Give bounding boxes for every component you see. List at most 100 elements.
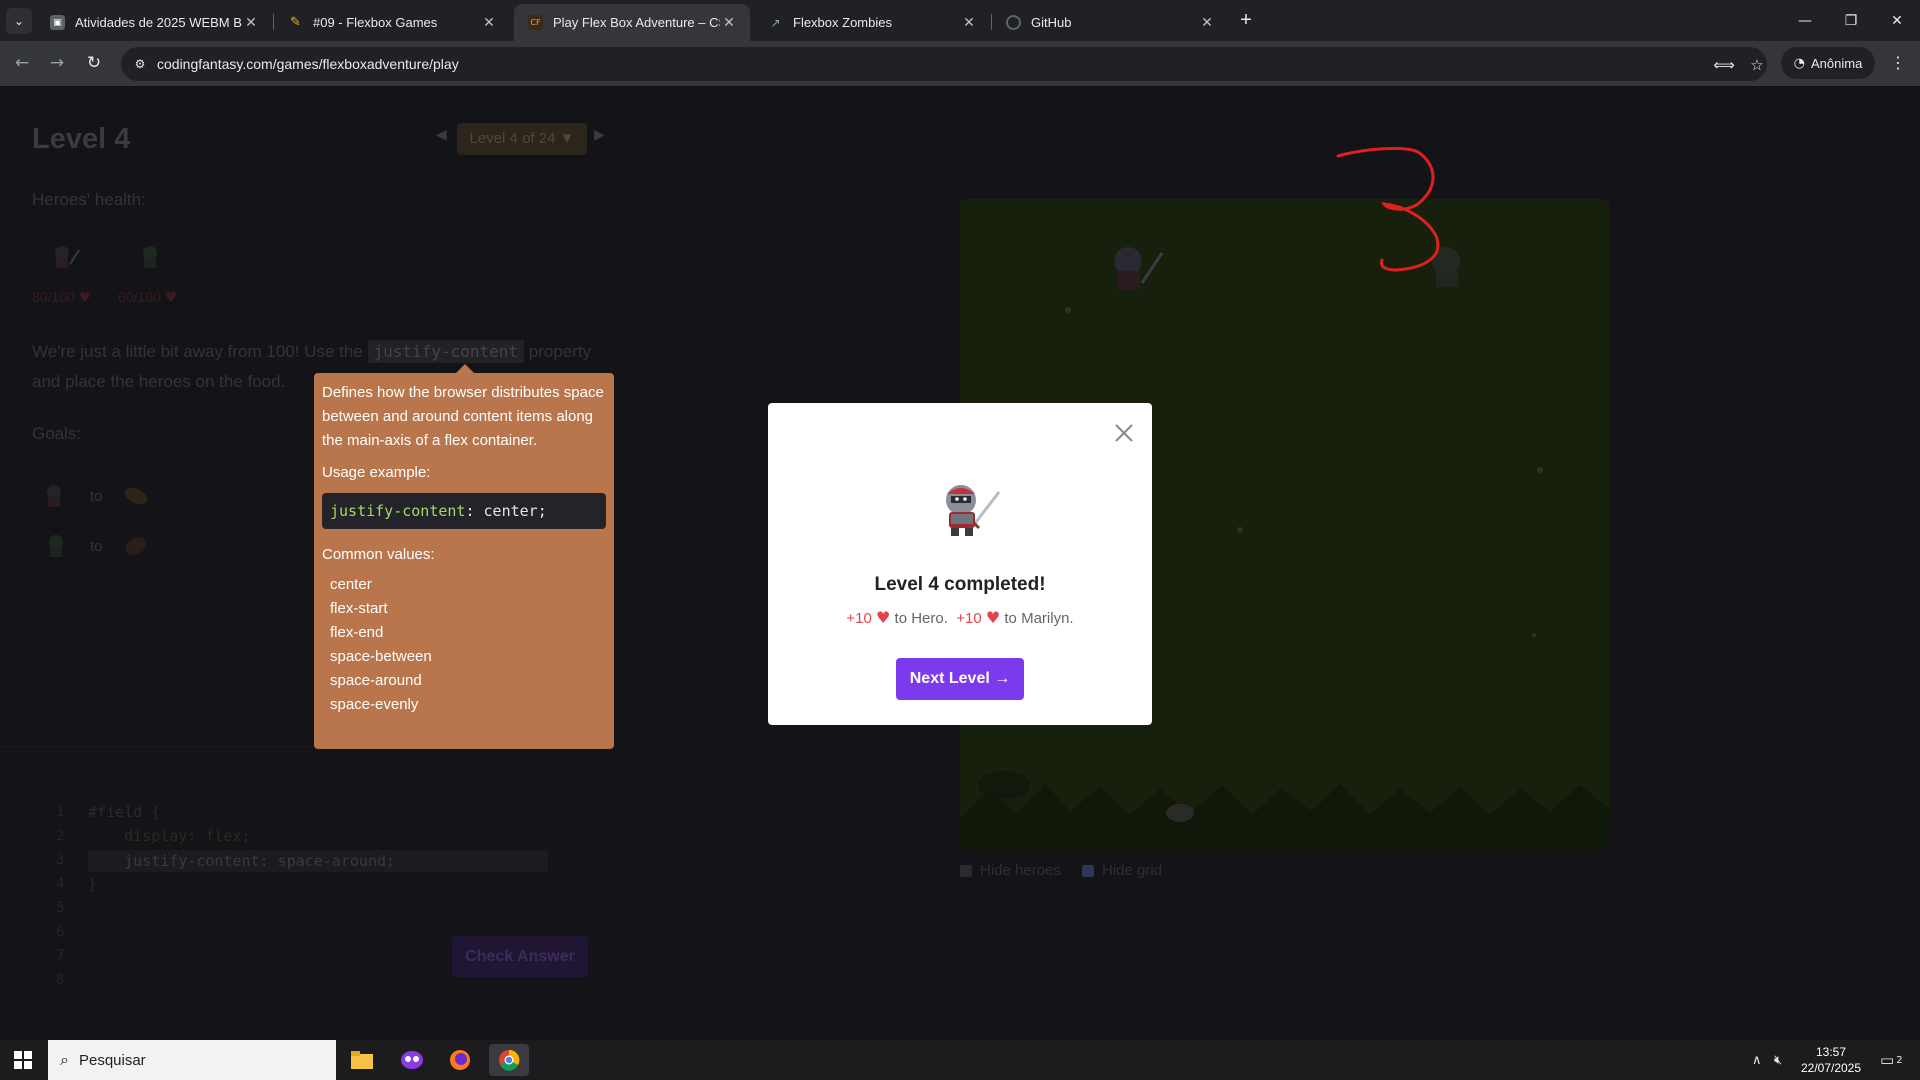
new-tab-button[interactable]: + <box>1232 6 1260 34</box>
close-tab-icon[interactable]: ✕ <box>242 15 260 31</box>
restore-button[interactable]: ❐ <box>1828 0 1874 41</box>
folder-icon <box>351 1051 373 1069</box>
bookmark-star-icon[interactable]: ☆ <box>1746 54 1768 76</box>
code-line-editable[interactable]: justify-content: space-around; <box>88 850 548 872</box>
check-answer-button[interactable]: Check Answer <box>452 936 588 977</box>
hide-heroes-checkbox[interactable] <box>960 864 972 877</box>
goal-hero-knight-icon <box>47 485 61 507</box>
handwritten-scribble <box>1336 147 1440 272</box>
close-tab-icon[interactable]: ✕ <box>720 15 738 31</box>
close-tab-icon[interactable]: ✕ <box>480 15 498 31</box>
clock-date: 22/07/2025 <box>1800 1061 1862 1075</box>
justify-content-code[interactable]: justify-content <box>367 340 525 363</box>
mask-app[interactable] <box>392 1044 432 1076</box>
file-explorer-app[interactable] <box>342 1044 382 1076</box>
hide-grid-label: Hide grid <box>1102 862 1163 879</box>
translate-icon[interactable]: ⟺ <box>1713 54 1735 76</box>
tooltip-value: flex-start <box>330 600 388 617</box>
potato-food-icon <box>125 537 147 555</box>
tab-github[interactable]: GitHub ✕ <box>992 4 1228 41</box>
tooltip-value: center <box>330 576 372 593</box>
browser-toolbar: ← → ↻ ⚙ codingfantasy.com/games/flexboxa… <box>0 41 1920 87</box>
tab-atividades[interactable]: ▣ Atividades de 2025 WEBM B ✕ <box>36 4 272 41</box>
firefox-app[interactable] <box>440 1044 480 1076</box>
tab-flexbox-adventure[interactable]: CF Play Flex Box Adventure – CSS C ✕ <box>514 4 750 41</box>
close-tab-icon[interactable]: ✕ <box>1198 15 1216 31</box>
reward-text: +10 ♥ to Hero. +10 ♥ to Marilyn. <box>846 608 1074 627</box>
tab-flexbox-games[interactable]: ✎ #09 - Flexbox Games ✕ <box>274 4 510 41</box>
hero1-health: 80/100 ♥ <box>32 289 92 306</box>
goals-label: Goals: <box>32 424 82 443</box>
reload-button[interactable]: ↻ <box>80 49 108 77</box>
firefox-icon <box>450 1050 470 1070</box>
windows-logo-icon <box>14 1051 32 1069</box>
close-icon[interactable] <box>1111 420 1137 446</box>
back-button[interactable]: ← <box>8 49 36 77</box>
tooltip-usage-label: Usage example: <box>322 464 431 481</box>
code-line: } <box>88 875 98 893</box>
tooltip-value: space-between <box>330 648 432 665</box>
bread-food-icon <box>124 487 148 505</box>
notification-center[interactable]: ▭ 2 <box>1880 1040 1903 1080</box>
chrome-icon <box>499 1049 520 1071</box>
taskbar-search[interactable]: ⌕ Pesquisar <box>48 1040 336 1080</box>
classroom-icon: ▣ <box>50 15 65 30</box>
search-placeholder: Pesquisar <box>78 1051 146 1069</box>
next-level-arrow-icon[interactable]: ▶ <box>594 127 605 143</box>
close-tab-icon[interactable]: ✕ <box>960 15 978 31</box>
search-icon: ⌕ <box>60 1050 69 1069</box>
hide-grid-checkbox[interactable] <box>1082 864 1094 877</box>
address-bar[interactable]: ⚙ codingfantasy.com/games/flexboxadventu… <box>121 47 1767 81</box>
tooltip-usage-code: justify-content: center; <box>322 493 606 529</box>
property-tooltip: Defines how the browser distributes spac… <box>314 373 614 749</box>
tooltip-value: flex-end <box>330 624 384 641</box>
chrome-app[interactable] <box>489 1044 529 1076</box>
show-hidden-icons[interactable]: ∧ <box>1752 1040 1762 1080</box>
level-complete-modal: Level 4 completed! +10 ♥ to Hero. +10 ♥ … <box>768 403 1152 725</box>
close-window-button[interactable]: ✕ <box>1874 0 1920 41</box>
hero-knight-icon <box>55 246 80 268</box>
heart-icon: ♥ <box>164 290 178 306</box>
volume-muted-icon[interactable]: 🔇︎ <box>1774 1040 1782 1080</box>
tab-flexbox-zombies[interactable]: ↗ Flexbox Zombies ✕ <box>754 4 990 41</box>
level-selector[interactable]: Level 4 of 24 ▼ <box>457 123 587 155</box>
line-number: 3 <box>56 852 65 868</box>
incognito-profile-button[interactable]: ◔ Anônima <box>1781 47 1875 79</box>
previous-level-icon[interactable]: ◀ <box>436 127 447 143</box>
url-text[interactable]: codingfantasy.com/games/flexboxadventure… <box>157 56 459 72</box>
line-number: 7 <box>56 948 65 964</box>
tab-search-button[interactable]: ⌄ <box>6 8 32 34</box>
line-number: 8 <box>56 972 65 988</box>
browser-menu-icon[interactable]: ⋮ <box>1890 53 1906 72</box>
line-number: 2 <box>56 828 65 844</box>
tooltip-value: space-around <box>330 672 422 689</box>
notification-icon: ▭ <box>1880 1051 1895 1069</box>
zombie-icon: ↗ <box>770 15 781 30</box>
hide-heroes-label: Hide heroes <box>980 862 1061 879</box>
heart-icon: ♥ <box>985 608 1001 627</box>
forward-button[interactable]: → <box>43 49 71 77</box>
tooltip-values-list: center flex-start flex-end space-between… <box>322 573 606 717</box>
heart-icon: ♥ <box>876 608 891 627</box>
goal-to-label: to <box>90 538 103 555</box>
heroes-health-label: Heroes' health: <box>32 190 146 209</box>
windows-taskbar: ⌕ Pesquisar ∧ 🔇︎ 13:57 22/07/2025 ▭ 2 <box>0 1040 1920 1080</box>
goal-hero-marilyn-icon <box>49 535 63 557</box>
hide-grid-option[interactable]: Hide grid <box>1082 862 1162 879</box>
code-line: display: flex; <box>88 827 251 845</box>
incognito-icon: ◔ <box>1793 55 1806 71</box>
line-number: 4 <box>56 876 65 892</box>
hide-heroes-option[interactable]: Hide heroes <box>960 862 1061 879</box>
tooltip-value: space-evenly <box>330 696 419 713</box>
level-title: Level 4 <box>32 123 131 155</box>
next-level-button[interactable]: Next Level → <box>896 658 1024 700</box>
loading-icon <box>1006 15 1021 30</box>
hero-marilyn-icon <box>143 246 157 268</box>
start-button[interactable] <box>0 1040 46 1080</box>
minimize-button[interactable]: — <box>1782 0 1828 41</box>
codingfantasy-icon: CF <box>528 15 543 30</box>
taskbar-clock[interactable]: 13:57 22/07/2025 <box>1795 1044 1867 1076</box>
line-number: 1 <box>56 804 65 820</box>
tooltip-description: Defines how the browser distributes spac… <box>322 384 604 449</box>
site-info-icon[interactable]: ⚙ <box>131 55 149 73</box>
